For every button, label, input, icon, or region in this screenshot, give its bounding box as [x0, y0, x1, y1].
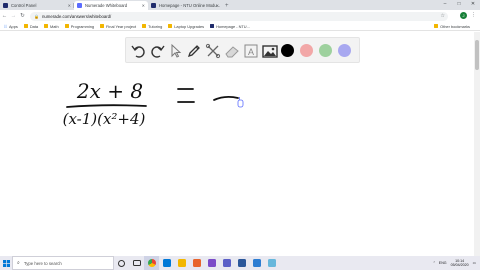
url-field[interactable]: 🔒 numerade.com/answers/whiteboard/ ☆	[30, 11, 448, 21]
search-placeholder: Type here to search	[23, 260, 62, 266]
scrollbar-thumb[interactable]	[475, 40, 479, 70]
reload-button[interactable]: ↻	[18, 13, 27, 19]
cortana-icon[interactable]	[114, 256, 129, 270]
tab-numerade-whiteboard[interactable]: Numerade Whiteboard ✕	[74, 1, 148, 10]
tab-title: Control Panel	[11, 3, 37, 8]
language-indicator[interactable]: ENG	[439, 261, 447, 265]
minimize-button[interactable]: –	[438, 0, 452, 8]
tray-arrow-icon[interactable]: ⌃	[433, 261, 436, 265]
folder-icon	[434, 24, 439, 28]
bookmark-ntu-homepage[interactable]: Homepage - NTU...	[210, 24, 250, 29]
fraction-bar	[66, 104, 147, 108]
store-app-icon[interactable]	[249, 256, 264, 270]
bookmark-math[interactable]: Math	[44, 24, 59, 29]
bookmark-label: Laptop Upgrades	[174, 23, 205, 29]
browser-tab-strip: Control Panel ✕ Numerade Whiteboard ✕ Ho…	[0, 0, 480, 10]
bookmark-final-year-project[interactable]: Final Year project	[100, 24, 136, 29]
back-button[interactable]: ←	[0, 13, 9, 19]
folder-icon	[168, 24, 173, 28]
hand-cursor-icon	[237, 97, 244, 108]
window-controls: – □ ✕	[438, 0, 480, 8]
lock-icon: 🔒	[34, 13, 39, 19]
maximize-button[interactable]: □	[452, 0, 466, 8]
other-bookmarks[interactable]: Other bookmarks	[434, 24, 470, 29]
windows-start-icon[interactable]	[0, 256, 12, 270]
partial-fraction-bar	[213, 95, 239, 101]
close-window-button[interactable]: ✕	[466, 0, 480, 8]
tab-control-panel[interactable]: Control Panel ✕	[0, 1, 74, 10]
bookmark-tutoring[interactable]: Tutoring	[142, 24, 162, 29]
expression-denominator: (x-1)(x²+4)	[63, 110, 146, 128]
whiteboard-canvas[interactable]: A 2x + 8 (x-1)(x²+4)	[0, 32, 474, 256]
address-bar-row: ← → ↻ 🔒 numerade.com/answers/whiteboard/…	[0, 10, 480, 22]
bookmark-label: Programming	[70, 23, 95, 29]
search-icon: ⌕	[17, 260, 20, 266]
task-view-icon[interactable]	[129, 256, 144, 270]
bookmark-label: Other bookmarks	[440, 23, 470, 29]
browser-menu-icon[interactable]: ⋮	[471, 12, 476, 18]
visual-studio-icon[interactable]	[204, 256, 219, 270]
control-panel-favicon-icon	[3, 3, 8, 8]
file-explorer-icon[interactable]	[174, 256, 189, 270]
bookmark-label: Tutoring	[148, 23, 163, 29]
page-scrollbar[interactable]	[474, 32, 480, 256]
close-tab-icon[interactable]: ✕	[142, 3, 145, 8]
taskbar-search-box[interactable]: ⌕ Type here to search	[12, 256, 114, 270]
bookmark-programming[interactable]: Programming	[64, 23, 95, 29]
bookmark-apps[interactable]: ⠿ Apps	[4, 24, 18, 29]
ntu-favicon-icon	[151, 3, 156, 8]
system-tray: ⌃ ENG 10:14 05/04/2020 ▭	[433, 256, 476, 270]
mail-app-icon[interactable]	[159, 256, 174, 270]
notifications-icon[interactable]: ▭	[473, 261, 476, 265]
clock-date: 05/04/2020	[450, 263, 469, 267]
screen: Control Panel ✕ Numerade Whiteboard ✕ Ho…	[0, 0, 480, 270]
folder-icon	[100, 24, 105, 28]
bookmark-label: Apps	[8, 23, 18, 29]
notepad-app-icon[interactable]	[264, 256, 279, 270]
handwritten-expression: 2x + 8 (x-1)(x²+4)	[63, 79, 244, 128]
clock[interactable]: 10:14 05/04/2020	[451, 259, 469, 268]
numerade-favicon-icon	[77, 3, 82, 8]
tab-ntu-homepage[interactable]: Homepage - NTU Online Modu... ✕	[148, 1, 222, 10]
bookmark-label: Data	[29, 23, 39, 29]
word-app-icon[interactable]	[234, 256, 249, 270]
expression-numerator: 2x + 8	[76, 79, 143, 103]
windows-taskbar: ⌕ Type here to search ⌃ ENG 10:14 05/04/…	[0, 256, 480, 270]
folder-icon	[44, 24, 49, 28]
new-tab-button[interactable]: +	[225, 3, 229, 9]
bookmark-label: Final Year project	[106, 23, 137, 29]
folder-icon	[64, 24, 69, 28]
tab-title: Numerade Whiteboard	[85, 3, 128, 8]
url-text: numerade.com/answers/whiteboard/	[41, 13, 112, 19]
media-app-icon[interactable]	[189, 256, 204, 270]
bookmark-laptop-upgrades[interactable]: Laptop Upgrades	[168, 24, 204, 29]
apps-icon: ⠿	[4, 23, 7, 29]
close-tab-icon[interactable]: ✕	[216, 3, 219, 8]
folder-icon	[23, 24, 28, 28]
ntu-icon	[210, 24, 215, 28]
folder-icon	[142, 24, 147, 28]
bookmark-star-icon[interactable]: ☆	[441, 13, 445, 19]
bookmark-data[interactable]: Data	[23, 23, 39, 29]
bookmarks-bar: ⠿ Apps Data Math Programming Final Year …	[0, 22, 480, 31]
equals-sign	[177, 88, 195, 103]
forward-button[interactable]: →	[9, 13, 18, 19]
chrome-app-icon[interactable]	[144, 256, 159, 270]
close-tab-icon[interactable]: ✕	[68, 3, 71, 8]
bookmark-label: Math	[50, 23, 59, 29]
profile-avatar[interactable]: J	[460, 12, 467, 19]
teams-app-icon[interactable]	[219, 256, 234, 270]
bookmark-label: Homepage - NTU...	[216, 23, 250, 29]
tab-title: Homepage - NTU Online Modu...	[159, 3, 221, 8]
